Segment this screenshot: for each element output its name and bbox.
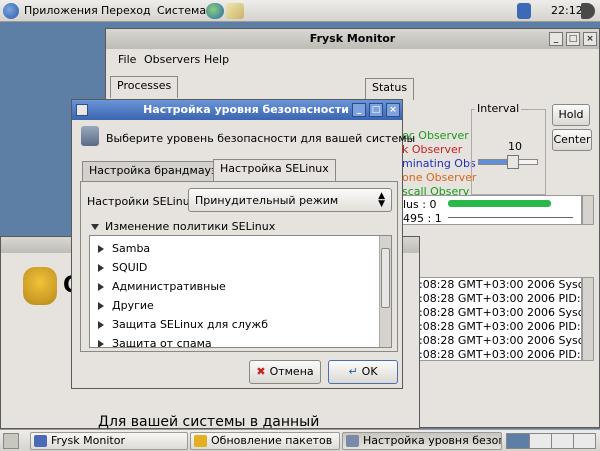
- security-level-dialog: Настройка уровня безопасности _ □ × Выбе…: [71, 99, 415, 389]
- log-line: 21:08:28 GMT+03:00 2006 PID: 24: [405, 320, 582, 333]
- observers-panel: ec Observer k Observer minating Obs one …: [402, 109, 476, 198]
- frysk-app-icon: [34, 435, 47, 447]
- clock[interactable]: 22:12: [551, 3, 583, 19]
- policy-tree: Samba SQUID Административные Другие Защи…: [89, 235, 392, 348]
- tree-item-admin[interactable]: Административные: [90, 278, 226, 296]
- expander-arrow-icon: [91, 224, 99, 230]
- policy-expander[interactable]: Изменение политики SELinux: [87, 220, 275, 234]
- expand-arrow-icon[interactable]: [98, 283, 104, 291]
- menu-system[interactable]: Система: [157, 3, 206, 19]
- tab-processes[interactable]: Processes: [110, 76, 179, 98]
- maximize-icon[interactable]: □: [369, 103, 383, 117]
- expand-arrow-icon[interactable]: [98, 340, 104, 347]
- center-button[interactable]: Center: [552, 129, 592, 151]
- selinux-mode-select[interactable]: Принудительный режим ▲ ▼: [188, 188, 392, 212]
- tree-item-samba[interactable]: Samba: [90, 240, 150, 258]
- taskbar-item-update[interactable]: Обновление пакетов: [190, 432, 340, 450]
- tree-item-spam[interactable]: Защита от спама: [90, 335, 212, 347]
- taskbar-item-frysk[interactable]: Frysk Monitor: [30, 432, 188, 450]
- security-titlebar[interactable]: Настройка уровня безопасности _ □ ×: [72, 100, 402, 120]
- log-line: 21:08:28 GMT+03:00 2006 Sysca: [405, 278, 582, 291]
- security-app-icon: [346, 435, 359, 447]
- tree-item-squid[interactable]: SQUID: [90, 259, 147, 277]
- mail-icon[interactable]: [226, 3, 244, 19]
- slider-thumb[interactable]: [507, 155, 519, 169]
- taskbar-item-security[interactable]: Настройка уровня безопас: [342, 432, 502, 450]
- log-line: 21:08:28 GMT+03:00 2006 Sysca: [405, 334, 582, 347]
- timeline-scrollbar[interactable]: [582, 195, 594, 225]
- tab-selinux[interactable]: Настройка SELinux: [213, 159, 336, 181]
- ok-icon: ↵: [348, 365, 358, 378]
- update-body-text: Для вашей системы в данный: [98, 414, 320, 430]
- close-icon[interactable]: ×: [583, 32, 597, 46]
- update-app-icon: [194, 435, 207, 447]
- minimize-icon[interactable]: _: [352, 103, 366, 117]
- close-icon[interactable]: ×: [386, 103, 400, 117]
- security-heading: Выберите уровень безопасности для вашей …: [106, 132, 416, 145]
- expand-arrow-icon[interactable]: [98, 321, 104, 329]
- frysk-title: Frysk Monitor: [309, 32, 396, 45]
- cancel-icon: ✖: [256, 365, 266, 378]
- workspace-2[interactable]: [529, 434, 551, 448]
- selinux-tab-page: Настройки SELinux: Принудительный режим …: [80, 181, 398, 352]
- menu-applications[interactable]: Приложения: [24, 3, 98, 19]
- fedora-logo-icon[interactable]: [3, 3, 19, 19]
- frysk-menubar: File Observers Help: [106, 50, 599, 70]
- top-panel: Приложения Переход Система 22:12: [0, 0, 600, 22]
- ok-button[interactable]: ↵ OK: [328, 360, 398, 384]
- menu-file[interactable]: File: [118, 50, 136, 70]
- interval-slider-fill: [479, 160, 507, 164]
- workspace-switcher[interactable]: [506, 433, 596, 449]
- interval-frame: Interval 10: [471, 102, 546, 195]
- expand-arrow-icon[interactable]: [98, 264, 104, 272]
- log-scrollbar[interactable]: [582, 277, 594, 361]
- update-mascot-icon: [23, 267, 57, 305]
- security-title: Настройка уровня безопасности: [143, 103, 349, 116]
- timeline-bar: [448, 200, 551, 207]
- menu-observers[interactable]: Observers: [144, 50, 200, 70]
- tree-item-services[interactable]: Защита SELinux для служб: [90, 316, 268, 334]
- menu-help[interactable]: Help: [204, 50, 229, 70]
- selinux-setting-label: Настройки SELinux:: [87, 195, 200, 208]
- interval-value: 10: [508, 140, 522, 153]
- workspace-1[interactable]: [507, 434, 529, 448]
- speaker-icon[interactable]: [581, 3, 595, 19]
- web-browser-icon[interactable]: [206, 3, 224, 19]
- tree-item-other[interactable]: Другие: [90, 297, 154, 315]
- minimize-icon[interactable]: _: [549, 32, 563, 46]
- log-line: 21:08:28 GMT+03:00 2006 PID: 24: [405, 348, 582, 361]
- policy-header: Изменение политики SELinux: [105, 220, 276, 233]
- log-line: 21:08:28 GMT+03:00 2006 Sysca: [405, 306, 582, 319]
- workspace-3[interactable]: [551, 434, 573, 448]
- workspace-4[interactable]: [573, 434, 595, 448]
- show-desktop-icon[interactable]: [3, 433, 19, 449]
- network-status-icon[interactable]: [517, 3, 531, 19]
- dialog-menu-icon[interactable]: [76, 104, 88, 116]
- timeline-view: lus : 0 495 : 1: [402, 195, 582, 225]
- expand-arrow-icon[interactable]: [98, 245, 104, 253]
- timeline-row-label: 495 : 1: [403, 212, 442, 225]
- scrollbar-thumb[interactable]: [381, 248, 390, 308]
- bottom-taskbar: Frysk Monitor Обновление пакетов Настрой…: [0, 429, 600, 451]
- observer-item[interactable]: one Observer: [402, 171, 476, 184]
- observer-item[interactable]: minating Obs: [402, 157, 476, 170]
- interval-label: Interval: [475, 102, 522, 115]
- frysk-titlebar[interactable]: Frysk Monitor _ □ ×: [106, 29, 599, 49]
- security-shield-icon: [81, 126, 99, 146]
- interval-slider[interactable]: [478, 155, 538, 169]
- cancel-button[interactable]: ✖ Отмена: [249, 360, 321, 384]
- hold-button[interactable]: Hold: [552, 104, 590, 126]
- timeline-row-label: lus : 0: [403, 198, 437, 211]
- expand-arrow-icon[interactable]: [98, 302, 104, 310]
- log-line: 21:08:28 GMT+03:00 2006 PID: 24: [405, 292, 582, 305]
- timeline-line: [448, 217, 573, 218]
- log-view: 21:08:28 GMT+03:00 2006 Sysca 21:08:28 G…: [402, 277, 582, 361]
- tab-status[interactable]: Status: [365, 78, 415, 100]
- menu-go[interactable]: Переход: [101, 3, 151, 19]
- maximize-icon[interactable]: □: [566, 32, 580, 46]
- select-arrows-icon: ▲ ▼: [378, 191, 385, 209]
- tree-scrollbar[interactable]: [379, 236, 391, 347]
- selinux-mode-value: Принудительный режим: [195, 194, 339, 207]
